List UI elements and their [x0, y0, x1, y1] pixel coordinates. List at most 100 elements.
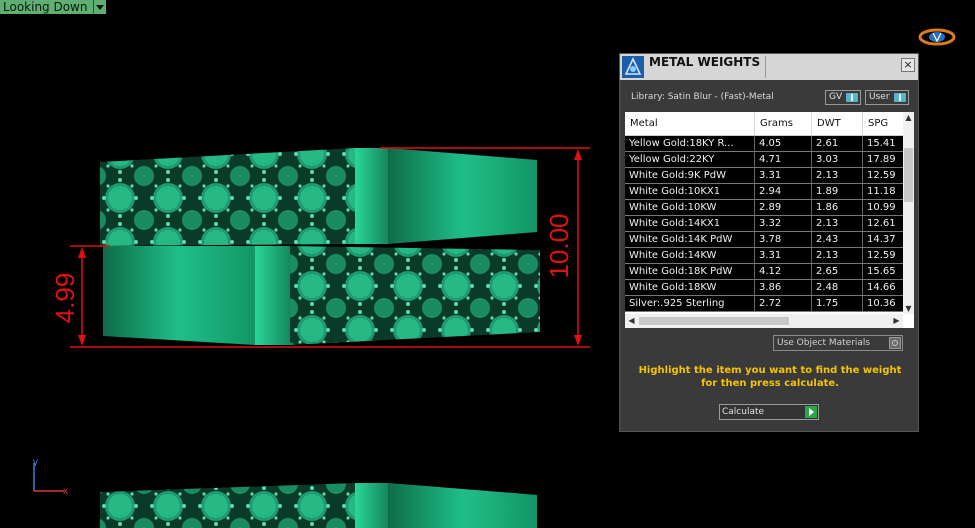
axis-y-label: y [33, 457, 38, 468]
gv-toggle-label: GV [829, 92, 843, 102]
cell-metal: White Gold:9K PdW [625, 168, 755, 183]
cell-grams: 3.32 [755, 216, 812, 231]
cell-metal: White Gold:18K PdW [625, 264, 755, 279]
horizontal-scroll-thumb[interactable] [639, 317, 789, 325]
chevron-down-icon[interactable] [93, 0, 107, 14]
metal-weights-icon [622, 56, 644, 78]
ring-model-middle [103, 246, 540, 345]
cell-spg: 12.59 [867, 250, 896, 261]
cell-dwt: 2.13 [812, 216, 863, 231]
column-header-spg[interactable]: SPG [863, 112, 903, 135]
cell-dwt: 1.89 [812, 184, 863, 199]
scroll-down-icon[interactable]: ▼ [903, 304, 914, 313]
cell-spg: 10.36 [867, 298, 896, 309]
cell-metal: Yellow Gold:22KY [625, 152, 755, 167]
cell-grams: 3.78 [755, 232, 812, 247]
scroll-up-icon[interactable]: ▲ [903, 113, 914, 122]
scroll-left-icon[interactable]: ◀ [626, 316, 637, 325]
table-row[interactable]: White Gold:9K PdW 3.31 2.13 12.59 [625, 168, 903, 184]
cell-dwt: 2.61 [812, 136, 863, 151]
cell-spg: 12.59 [867, 170, 896, 181]
cell-dwt: 1.86 [812, 200, 863, 215]
table-row[interactable]: White Gold:14KX1 3.32 2.13 12.61 [625, 216, 903, 232]
gv-toggle[interactable]: GV [825, 90, 861, 105]
cell-metal: White Gold:14KX1 [625, 216, 755, 231]
scroll-right-icon[interactable]: ▶ [891, 316, 902, 325]
table-header: Metal Grams DWT SPG [625, 112, 903, 136]
calculate-button[interactable]: Calculate [719, 404, 819, 420]
ring-model-bottom [100, 483, 537, 528]
radio-icon [889, 337, 901, 349]
table-row[interactable]: White Gold:14KW 3.31 2.13 12.59 [625, 248, 903, 264]
horizontal-scrollbar[interactable]: ◀ ▶ [625, 314, 903, 328]
cell-dwt: 2.13 [812, 168, 863, 183]
close-button[interactable]: × [901, 58, 915, 72]
cell-spg: 14.66 [867, 282, 896, 293]
cell-spg: 15.41 [867, 138, 896, 149]
dimension-left-label: 4.99 [50, 273, 80, 324]
toggle-knob-icon [894, 93, 906, 102]
library-label: Library: Satin Blur - (Fast)-Metal [631, 92, 774, 102]
header-divider [765, 56, 766, 78]
table-row[interactable]: White Gold:10KW 2.89 1.86 10.99 [625, 200, 903, 216]
view-label: Looking Down [0, 0, 94, 14]
cell-metal: White Gold:18KW [625, 280, 755, 295]
user-toggle-label: User [869, 92, 890, 102]
cell-grams: 2.94 [755, 184, 812, 199]
column-header-grams[interactable]: Grams [755, 112, 812, 135]
cell-dwt: 3.03 [812, 152, 863, 167]
axis-gizmo-icon: y x [33, 457, 68, 497]
cell-grams: 4.05 [755, 136, 812, 151]
cell-dwt: 2.48 [812, 280, 863, 295]
cell-grams: 4.12 [755, 264, 812, 279]
cell-dwt: 2.43 [812, 232, 863, 247]
use-object-materials-label: Use Object Materials [777, 338, 871, 348]
cell-dwt: 2.65 [812, 264, 863, 279]
cell-metal: White Gold:10KX1 [625, 184, 755, 199]
calculate-label: Calculate [722, 407, 765, 417]
panel-title: METAL WEIGHTS [649, 55, 761, 69]
vertical-scrollbar[interactable]: ▲ ▼ [903, 112, 914, 314]
cell-spg: 10.99 [867, 202, 896, 213]
vertical-scroll-thumb[interactable] [904, 148, 913, 202]
play-arrow-icon [805, 406, 817, 418]
table-row[interactable]: Yellow Gold:22KY 4.71 3.03 17.89 [625, 152, 903, 168]
use-object-materials-toggle[interactable]: Use Object Materials [773, 335, 903, 351]
cell-grams: 3.31 [755, 168, 812, 183]
ring-model-top [100, 148, 537, 246]
metal-weights-panel: METAL WEIGHTS × Library: Satin Blur - (F… [619, 53, 919, 432]
cell-spg: 11.18 [867, 186, 896, 197]
cell-spg: 17.89 [867, 154, 896, 165]
cell-metal: Yellow Gold:18KY R... [625, 136, 755, 151]
cell-grams: 3.31 [755, 248, 812, 263]
column-header-metal[interactable]: Metal [625, 112, 755, 135]
table-row[interactable]: White Gold:18KW 3.86 2.48 14.66 [625, 280, 903, 296]
toggle-knob-icon [846, 93, 858, 102]
panel-header[interactable]: METAL WEIGHTS × [620, 54, 918, 80]
axis-x-label: x [63, 486, 68, 497]
cell-dwt: 1.75 [812, 296, 863, 311]
cell-grams: 3.86 [755, 280, 812, 295]
table-body: Yellow Gold:18KY R... 4.05 2.61 15.41 Ye… [625, 136, 903, 313]
table-row[interactable]: White Gold:18K PdW 4.12 2.65 15.65 [625, 264, 903, 280]
table-row[interactable]: Silver:.925 Sterling 2.72 1.75 10.36 [625, 296, 903, 312]
cell-grams: 2.72 [755, 296, 812, 311]
metal-table: Metal Grams DWT SPG Yellow Gold:18KY R..… [625, 112, 914, 328]
dimension-right-label: 10.00 [544, 213, 574, 278]
table-row[interactable]: White Gold:10KX1 2.94 1.89 11.18 [625, 184, 903, 200]
table-row[interactable]: Yellow Gold:18KY R... 4.05 2.61 15.41 [625, 136, 903, 152]
cell-spg: 14.37 [867, 234, 896, 245]
user-toggle[interactable]: User [865, 90, 909, 105]
cell-dwt: 2.13 [812, 248, 863, 263]
cell-metal: White Gold:14KW [625, 248, 755, 263]
cell-spg: 15.65 [867, 266, 896, 277]
column-header-dwt[interactable]: DWT [812, 112, 863, 135]
cell-spg: 12.61 [867, 218, 896, 229]
cell-grams: 2.89 [755, 200, 812, 215]
cell-metal: Silver:.925 Sterling [625, 296, 755, 311]
app-logo-icon[interactable] [918, 27, 956, 47]
view-dropdown[interactable]: Looking Down [0, 0, 107, 14]
cell-metal: White Gold:14K PdW [625, 232, 755, 247]
cell-metal: White Gold:10KW [625, 200, 755, 215]
table-row[interactable]: White Gold:14K PdW 3.78 2.43 14.37 [625, 232, 903, 248]
